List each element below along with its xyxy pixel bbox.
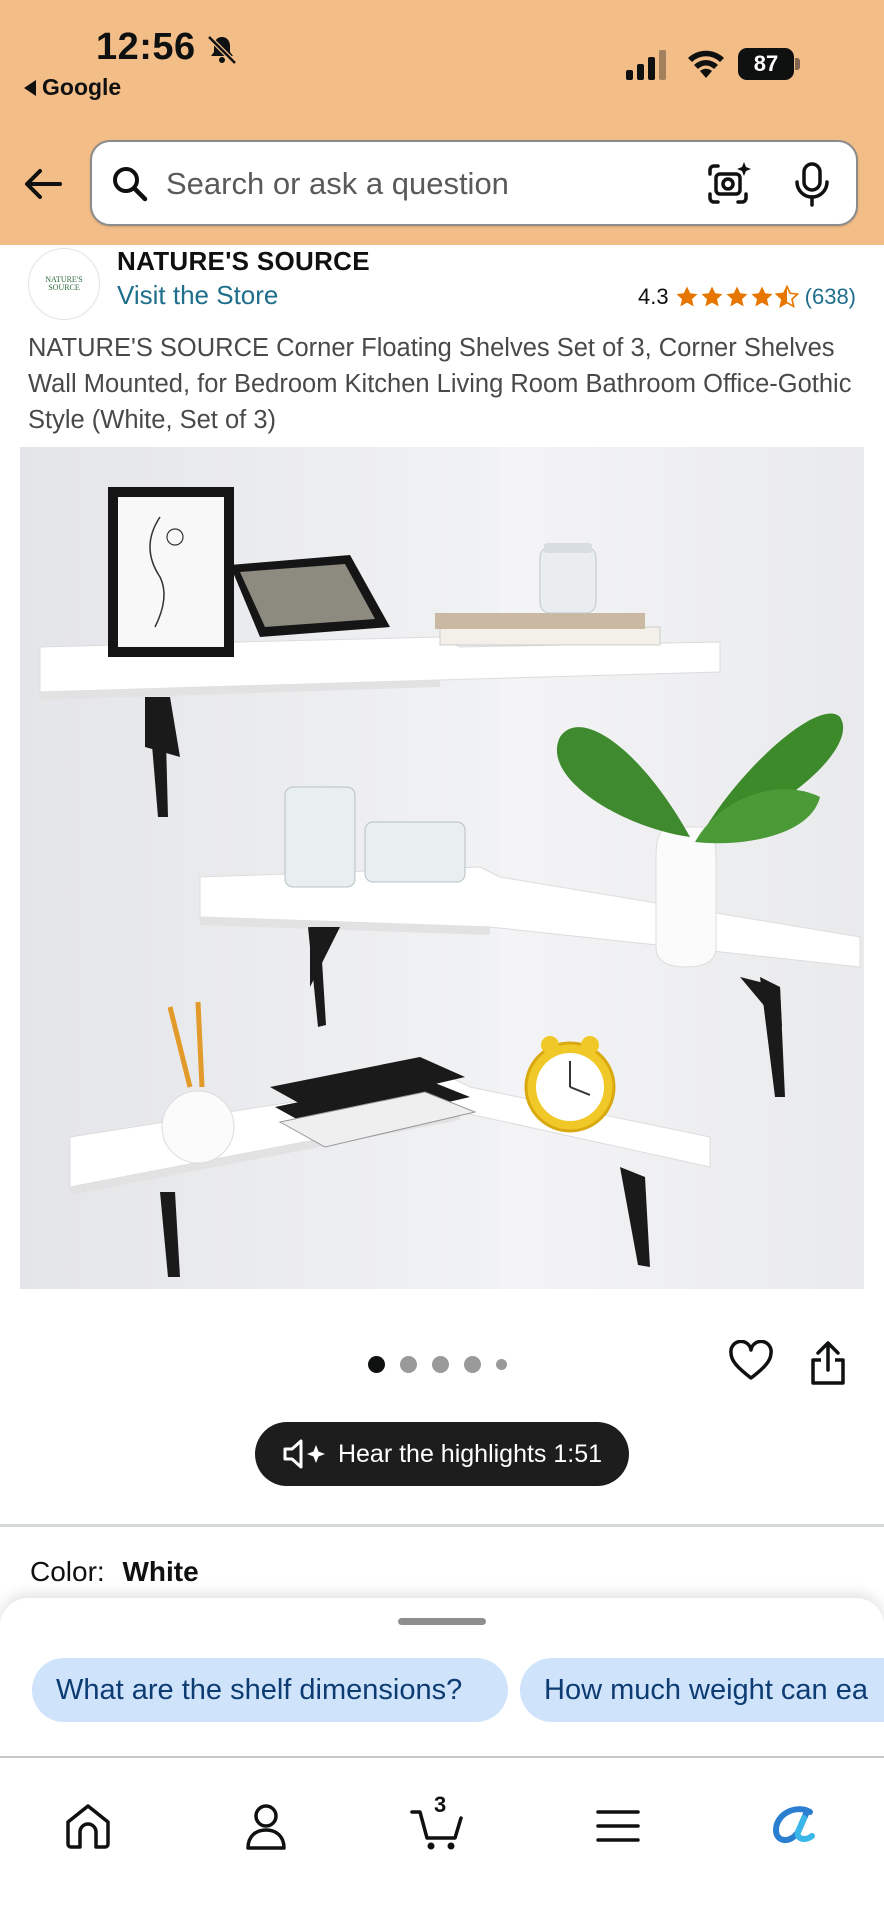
heart-icon[interactable] [728,1340,774,1382]
product-photo-corner-shelves [20,447,864,1289]
home-icon[interactable] [60,1798,116,1854]
pagination-dot-1[interactable] [368,1356,385,1373]
rufus-icon[interactable] [766,1798,822,1854]
account-icon[interactable] [238,1798,294,1854]
cellular-signal-icon [626,50,666,80]
star-full-icon [701,286,723,307]
search-icon [113,167,148,202]
star-full-icon [726,286,748,307]
search-input[interactable] [166,158,656,210]
hear-highlights-label: Hear the highlights 1:51 [337,1439,603,1468]
suggestion-chip-weight-capacity[interactable]: How much weight can ea [520,1658,884,1722]
back-arrow-icon[interactable] [20,160,68,208]
star-half-icon [774,285,799,308]
cart-count-badge: 3 [434,1792,447,1817]
menu-icon[interactable] [590,1798,646,1854]
back-app-label: Google [42,74,122,100]
star-full-icon [676,286,698,307]
sheet-drag-handle[interactable] [398,1618,486,1625]
brand-name: NATURE'S SOURCE [117,246,370,276]
camera-lens-icon[interactable] [704,160,752,208]
color-selection: Color: White [30,1556,199,1588]
hear-highlights-button[interactable]: Hear the highlights 1:51 [255,1422,629,1486]
share-icon[interactable] [808,1340,848,1386]
pagination-dot-3[interactable] [432,1356,449,1373]
rufus-suggestion-sheet: What are the shelf dimensions? How much … [0,1598,884,1758]
color-label: Color: [30,1556,105,1587]
pagination-dot-5[interactable] [496,1359,507,1370]
pagination-dot-2[interactable] [400,1356,417,1373]
image-pagination[interactable] [368,1356,507,1373]
color-value: White [122,1556,199,1587]
back-triangle-icon [24,79,36,96]
status-time: 12:56 [96,26,196,68]
pagination-dot-4[interactable] [464,1356,481,1373]
bottom-tab-bar: 3 [0,1756,884,1920]
rating-value: 4.3 [638,284,669,309]
search-bar[interactable] [90,140,858,226]
bell-muted-icon [207,35,237,65]
rating-summary[interactable]: 4.3 (638) [638,284,856,310]
brand-logo[interactable]: NATURE'S SOURCE [28,248,100,320]
speaker-sparkle-icon [283,1439,325,1469]
cart-tab[interactable]: 3 [410,1792,466,1854]
visit-store-link[interactable]: Visit the Store [117,280,278,311]
battery-indicator: 87 [738,48,800,80]
wifi-icon [688,50,724,78]
suggestion-chip-shelf-dimensions[interactable]: What are the shelf dimensions? [32,1658,508,1722]
product-title: NATURE'S SOURCE Corner Floating Shelves … [28,334,852,434]
section-divider [0,1524,884,1527]
battery-level: 87 [738,48,794,80]
rating-count[interactable]: (638) [805,284,856,310]
brand-logo-text: NATURE'S SOURCE [45,275,83,292]
product-image[interactable] [20,447,864,1289]
star-rating [675,285,799,309]
battery-nub [795,58,800,70]
microphone-icon[interactable] [792,160,832,208]
header: 12:56 Google 87 [0,0,884,245]
star-full-icon [751,286,773,307]
back-to-app-link[interactable]: Google [24,74,121,101]
